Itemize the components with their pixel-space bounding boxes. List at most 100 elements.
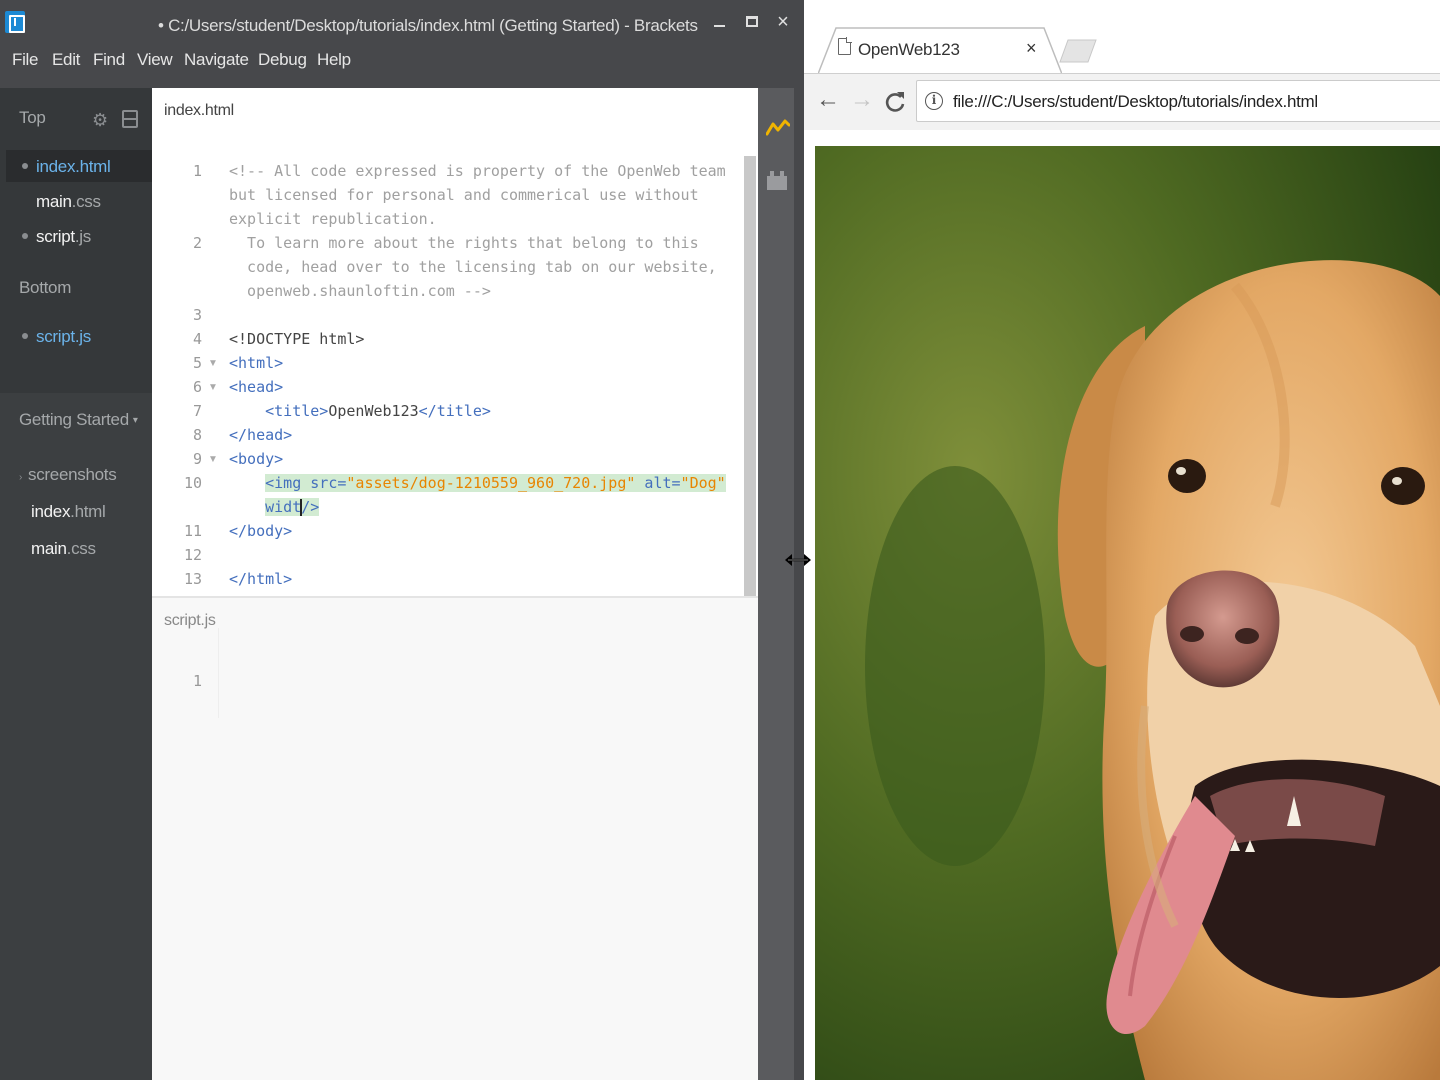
url-text[interactable]: file:///C:/Users/student/Desktop/tutoria… xyxy=(953,92,1318,112)
menu-debug[interactable]: Debug xyxy=(258,50,307,70)
page-viewport xyxy=(804,130,1440,1080)
fold-arrow-icon[interactable]: ▼ xyxy=(208,382,218,393)
code-line: code, head over to the licensing tab on … xyxy=(229,258,717,276)
gutter-divider xyxy=(218,628,219,718)
line-number: 1 xyxy=(192,672,202,690)
vertical-scrollbar[interactable] xyxy=(744,156,756,596)
code-line: To learn more about the rights that belo… xyxy=(229,234,699,252)
code-line: <head> xyxy=(229,378,284,396)
navigation-bar: ← → i file:///C:/Users/student/Desktop/t… xyxy=(804,74,1440,130)
code-token-text: OpenWeb123 xyxy=(328,402,419,420)
menu-find[interactable]: Find xyxy=(93,50,125,70)
file-name: index xyxy=(31,502,71,521)
tree-file-main-css[interactable]: main.css xyxy=(31,539,96,559)
main-toolbar xyxy=(758,88,794,1080)
fold-arrow-icon[interactable]: ▼ xyxy=(208,358,218,369)
file-ext: .js xyxy=(74,327,91,346)
tree-file-index-html[interactable]: index.html xyxy=(31,502,106,522)
highlighted-code: <img src="assets/dog-1210559_960_720.jpg… xyxy=(265,474,726,492)
code-line: <html> xyxy=(229,354,284,372)
line-number: 9 xyxy=(192,450,202,468)
code-editor[interactable]: index.html 1 2 3 4 5 6 7 8 9 10 11 12 13… xyxy=(152,88,758,1080)
new-tab-button[interactable] xyxy=(1058,38,1100,64)
tab-close-icon[interactable]: × xyxy=(1026,38,1037,59)
code-line: <!-- All code expressed is property of t… xyxy=(229,162,726,180)
code-token-attr: alt= xyxy=(644,474,681,492)
menu-edit[interactable]: Edit xyxy=(52,50,80,70)
gear-icon[interactable]: ⚙ xyxy=(92,110,108,131)
line-number: 12 xyxy=(183,546,202,564)
menu-bar: File Edit Find View Navigate Debug Help xyxy=(0,44,804,78)
brackets-window: • C:/Users/student/Desktop/tutorials/ind… xyxy=(0,0,804,1080)
brackets-app-icon xyxy=(5,11,25,33)
folder-expand-icon: › xyxy=(19,472,23,483)
code-line: <body> xyxy=(229,450,284,468)
code-line: explicit republication. xyxy=(229,210,437,228)
working-files-bottom-label: Bottom xyxy=(19,278,72,297)
file-name: script xyxy=(36,327,75,346)
bullet-icon xyxy=(22,232,28,239)
fold-arrow-icon[interactable]: ▼ xyxy=(208,454,218,465)
close-window-button[interactable]: × xyxy=(772,10,794,34)
maximize-icon xyxy=(746,16,758,27)
line-number: 5 xyxy=(192,354,202,372)
code-token-string: "Dog" xyxy=(680,474,726,492)
project-name: Getting Started xyxy=(19,410,129,429)
address-bar[interactable]: i file:///C:/Users/student/Desktop/tutor… xyxy=(916,80,1440,122)
back-button[interactable]: ← xyxy=(816,88,840,112)
line-number: 1 xyxy=(192,162,202,180)
minimize-button[interactable] xyxy=(708,10,730,34)
code-token-tag: <img xyxy=(265,474,302,492)
extension-manager-icon[interactable] xyxy=(766,170,788,190)
line-number: 4 xyxy=(192,330,202,348)
code-line: </html> xyxy=(229,570,293,588)
window-border xyxy=(794,0,804,1080)
bullet-icon xyxy=(22,162,28,169)
line-number: 7 xyxy=(192,402,202,420)
code-token-tag: <title> xyxy=(265,402,329,420)
menu-navigate[interactable]: Navigate xyxy=(184,50,249,70)
minimize-icon xyxy=(713,25,725,27)
split-view-icon[interactable] xyxy=(122,110,138,128)
project-dropdown[interactable]: Getting Started ▾ xyxy=(19,410,138,430)
file-name: script xyxy=(36,227,75,246)
tree-folder-screenshots[interactable]: › screenshots xyxy=(19,465,117,485)
line-number: 2 xyxy=(192,234,202,252)
menu-view[interactable]: View xyxy=(137,50,173,70)
dog-image xyxy=(815,146,1440,1080)
info-icon[interactable]: i xyxy=(925,92,943,110)
file-ext: .html xyxy=(75,157,111,176)
file-name: index xyxy=(36,157,76,176)
pane-divider[interactable] xyxy=(152,596,758,598)
folder-name: screenshots xyxy=(28,465,117,484)
working-files-panel: Top ⚙ index.html main.css script.js Bott… xyxy=(0,88,152,393)
forward-button[interactable]: → xyxy=(850,88,874,112)
bullet-icon xyxy=(22,332,28,339)
code-line: </body> xyxy=(229,522,293,540)
editor-pane-top[interactable]: index.html 1 2 3 4 5 6 7 8 9 10 11 12 13… xyxy=(152,88,758,598)
code-token-string: "assets/dog-1210559_960_720.jpg" xyxy=(346,474,636,492)
code-token-attr: widt xyxy=(265,498,302,516)
browser-window: OpenWeb123 × ← → i file:///C:/Users/stud… xyxy=(804,0,1440,1080)
menu-help[interactable]: Help xyxy=(317,50,351,70)
code-line: openweb.shaunloftin.com --> xyxy=(229,282,491,300)
code-token-attr: src= xyxy=(310,474,347,492)
working-file-bottom-script-js[interactable]: script.js xyxy=(22,327,91,347)
file-name: main xyxy=(31,539,67,558)
live-preview-icon[interactable] xyxy=(766,118,790,138)
file-name: main xyxy=(36,192,72,211)
line-number: 3 xyxy=(192,306,202,324)
working-file-main-css[interactable]: main.css xyxy=(36,192,101,212)
working-file-index-html[interactable]: index.html xyxy=(22,157,111,177)
menu-file[interactable]: File xyxy=(12,50,39,70)
caret-down-icon: ▾ xyxy=(132,415,138,427)
file-ext: .css xyxy=(71,192,101,211)
file-ext: .html xyxy=(70,502,106,521)
code-token-tag: /> xyxy=(301,498,320,516)
title-bar: • C:/Users/student/Desktop/tutorials/ind… xyxy=(0,0,804,44)
maximize-button[interactable] xyxy=(741,10,763,34)
code-line: <title>OpenWeb123</title> xyxy=(229,402,491,420)
line-number: 11 xyxy=(183,522,202,540)
reload-icon[interactable] xyxy=(884,90,906,114)
working-file-script-js[interactable]: script.js xyxy=(22,227,91,247)
